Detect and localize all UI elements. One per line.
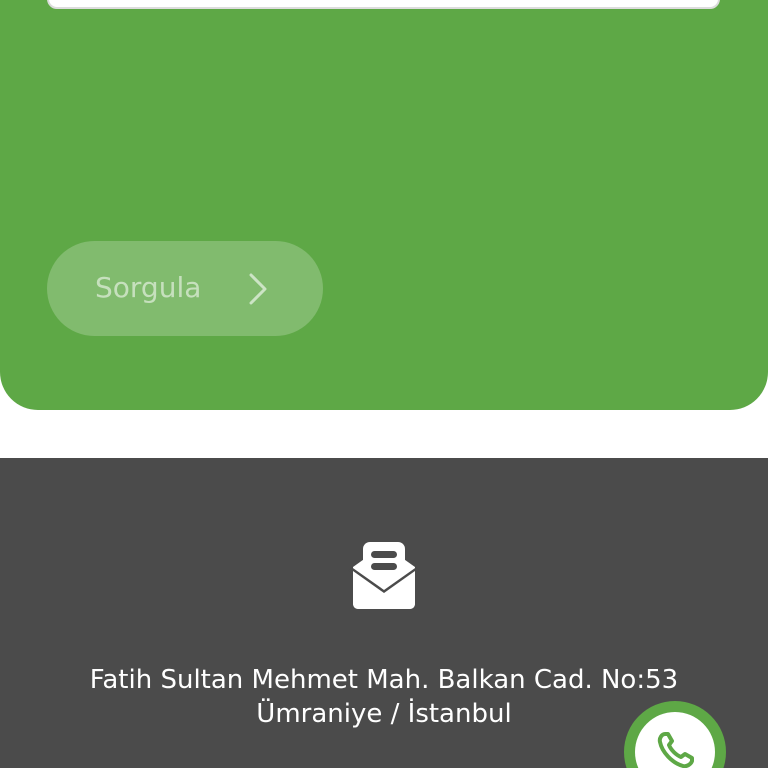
page: 262810043866 Sorgula Fatih Sultan Mehmet…: [0, 0, 768, 768]
mail-open-icon: [348, 542, 420, 609]
query-button[interactable]: Sorgula: [47, 241, 323, 336]
whatsapp-phone-icon: [657, 732, 694, 768]
query-button-label: Sorgula: [95, 271, 202, 304]
address-line-1: Fatih Sultan Mehmet Mah. Balkan Cad. No:…: [89, 665, 679, 695]
whatsapp-icon-background: [635, 712, 715, 768]
chevron-right-icon: [249, 273, 267, 305]
query-panel: 262810043866 Sorgula: [0, 0, 768, 410]
tracking-number-field[interactable]: 262810043866: [47, 0, 720, 9]
